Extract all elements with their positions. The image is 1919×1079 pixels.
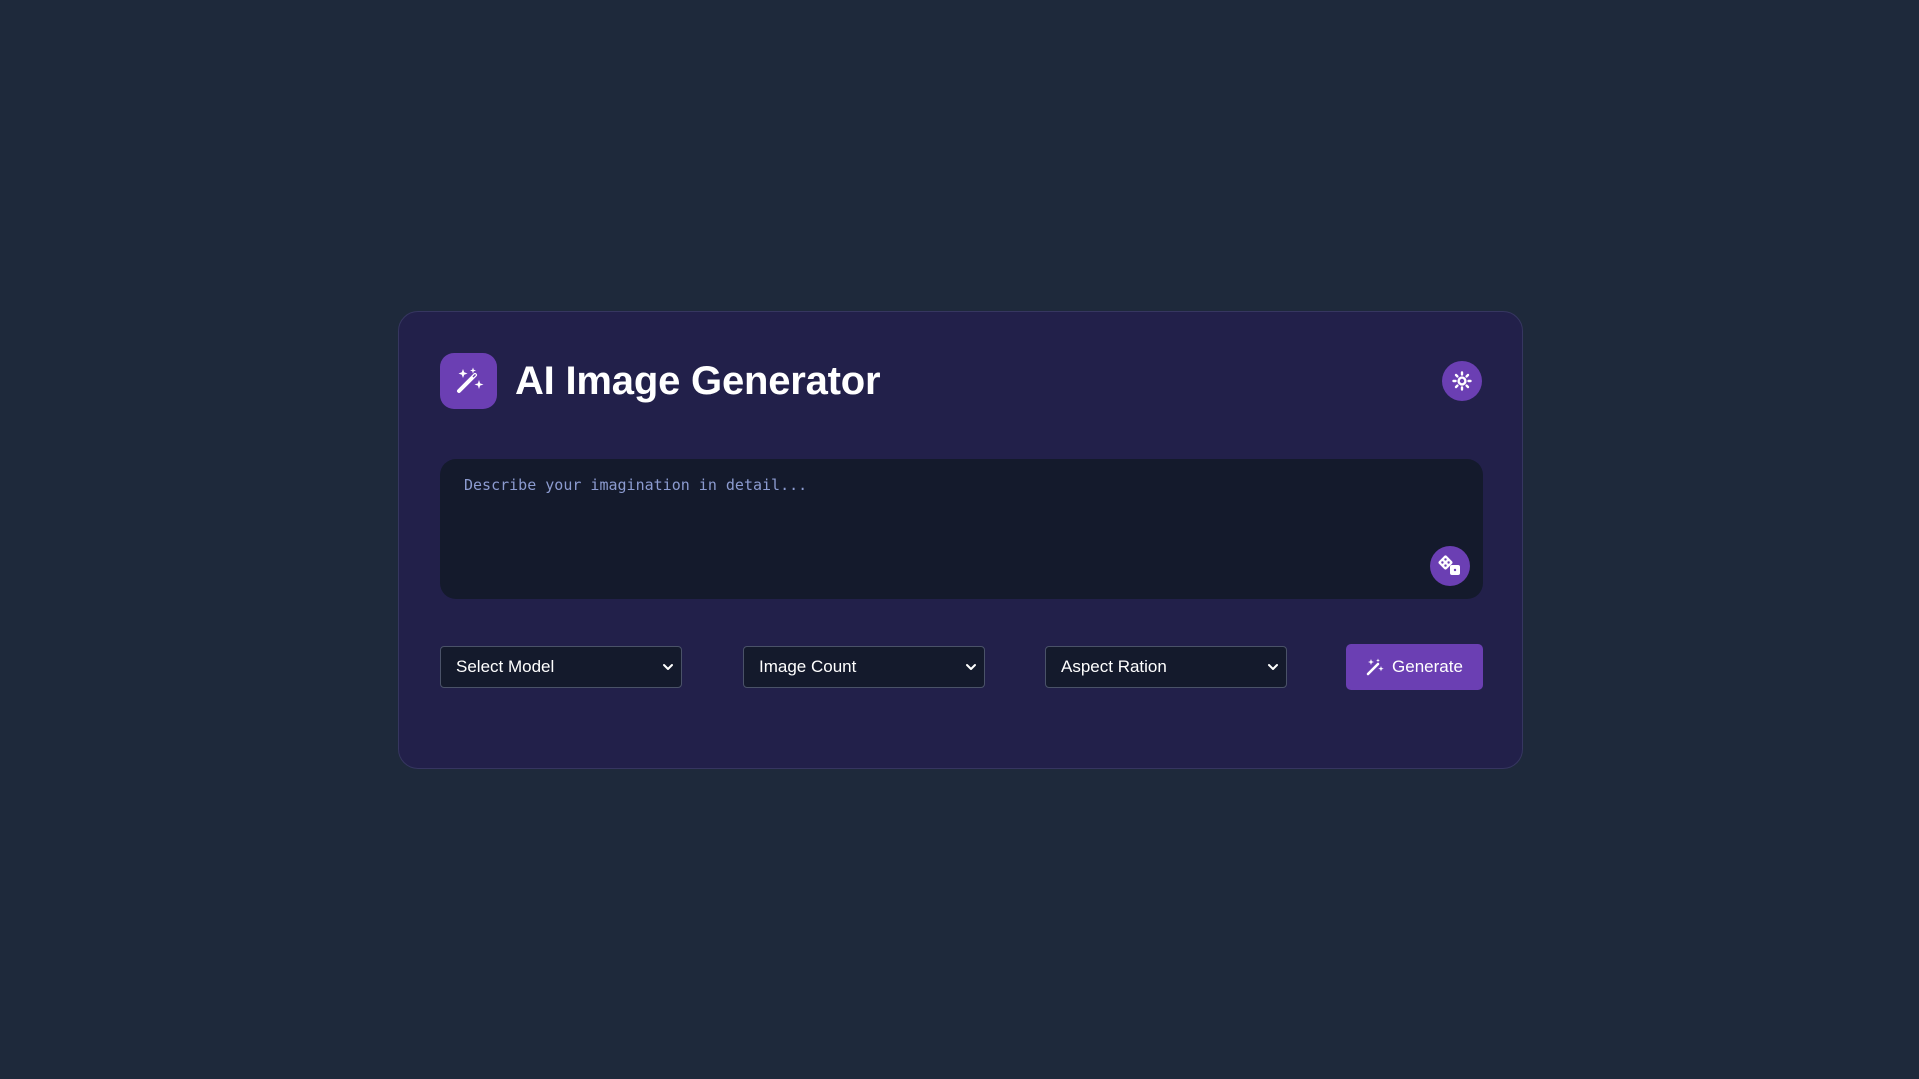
app-title: AI Image Generator <box>515 358 881 403</box>
prompt-input[interactable] <box>440 459 1483 599</box>
header: AI Image Generator <box>440 353 1482 409</box>
image-count-select-value: Image Count <box>759 657 857 676</box>
chevron-down-icon <box>1268 664 1278 670</box>
magic-wand-sparkles-icon <box>456 367 483 393</box>
generate-button-label: Generate <box>1392 657 1463 676</box>
generate-button[interactable]: Generate <box>1346 644 1483 690</box>
random-prompt-button[interactable] <box>1430 546 1470 586</box>
sun-icon <box>1452 371 1472 391</box>
logo <box>440 353 497 409</box>
theme-toggle-button[interactable] <box>1442 361 1482 401</box>
image-count-select[interactable]: Image Count <box>743 646 985 688</box>
chevron-down-icon <box>663 664 673 670</box>
generator-card: AI Image Generator Describe your imagina… <box>398 311 1523 769</box>
controls-row: Select Model Image Count Aspect Ration G… <box>440 644 1483 690</box>
model-select-value: Select Model <box>456 657 555 676</box>
dice-icon <box>1438 555 1460 575</box>
aspect-ratio-select[interactable]: Aspect Ration <box>1045 646 1287 688</box>
aspect-ratio-select-value: Aspect Ration <box>1061 657 1167 676</box>
chevron-down-icon <box>966 664 976 670</box>
model-select[interactable]: Select Model <box>440 646 682 688</box>
prompt-container <box>440 459 1483 599</box>
magic-wand-icon <box>1366 658 1384 676</box>
